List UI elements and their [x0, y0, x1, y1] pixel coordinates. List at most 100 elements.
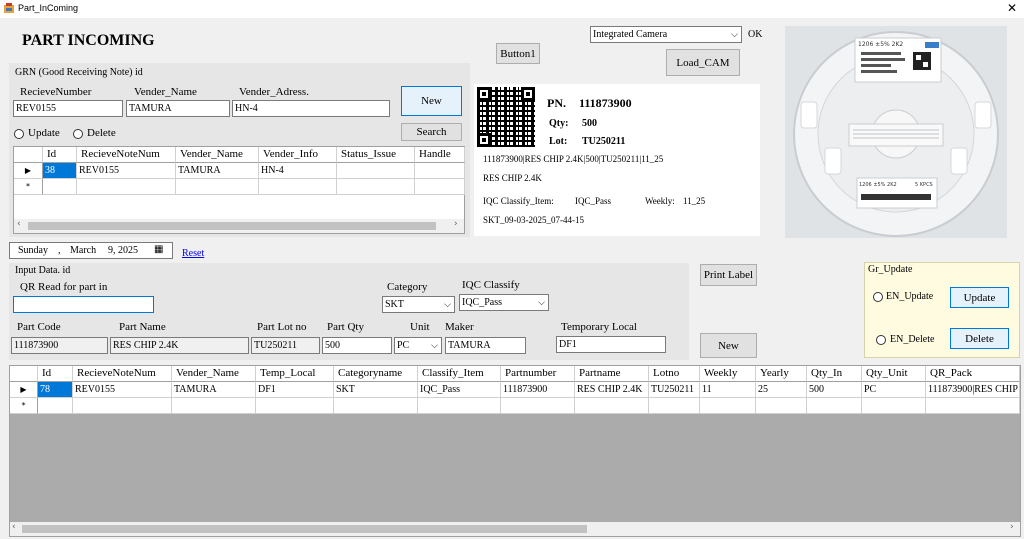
table-cell[interactable]: HN-4: [259, 163, 337, 179]
new-row-indicator[interactable]: *: [10, 398, 38, 414]
gr-update-button[interactable]: Update: [950, 287, 1009, 308]
table-cell[interactable]: 25: [756, 382, 807, 398]
table-cell[interactable]: [926, 398, 1020, 414]
main-horizontal-scrollbar[interactable]: ‹ ›: [10, 522, 1020, 536]
table-cell[interactable]: [415, 179, 465, 195]
table-cell[interactable]: [575, 398, 649, 414]
table-cell[interactable]: 38: [43, 163, 77, 179]
row-selector-icon[interactable]: ▶: [14, 163, 43, 179]
unit-select[interactable]: PC ⌵: [394, 337, 442, 354]
grn-col-header[interactable]: Handle: [415, 147, 465, 163]
vender-address-input[interactable]: HN-4: [232, 100, 390, 117]
calendar-icon[interactable]: ▦: [154, 244, 163, 255]
table-cell[interactable]: [43, 179, 77, 195]
main-col-header[interactable]: Categoryname: [334, 366, 418, 382]
date-picker[interactable]: Sunday , March 9, 2025 ▦: [9, 242, 173, 259]
table-cell[interactable]: 78: [38, 382, 73, 398]
qr-read-input[interactable]: [13, 296, 154, 313]
input-new-button[interactable]: New: [700, 333, 757, 358]
main-col-header[interactable]: Id: [38, 366, 73, 382]
table-cell[interactable]: 500: [807, 382, 862, 398]
grn-col-header[interactable]: RecieveNoteNum: [77, 147, 176, 163]
table-cell[interactable]: TAMURA: [172, 382, 256, 398]
grn-col-header[interactable]: Id: [43, 147, 77, 163]
grn-col-header[interactable]: Status_Issue: [337, 147, 415, 163]
grn-search-button[interactable]: Search: [401, 123, 462, 141]
table-cell[interactable]: [38, 398, 73, 414]
table-cell[interactable]: [337, 163, 415, 179]
category-select[interactable]: SKT ⌵: [382, 296, 455, 313]
table-cell[interactable]: [649, 398, 700, 414]
scroll-left-icon[interactable]: ‹: [17, 219, 21, 229]
table-cell[interactable]: 11: [700, 382, 756, 398]
part-code-input[interactable]: 111873900: [11, 337, 108, 354]
table-cell[interactable]: DF1: [256, 382, 334, 398]
scrollbar-thumb[interactable]: [22, 525, 587, 533]
table-cell[interactable]: [259, 179, 337, 195]
table-cell[interactable]: [334, 398, 418, 414]
table-cell[interactable]: TU250211: [649, 382, 700, 398]
table-cell[interactable]: REV0155: [77, 163, 176, 179]
table-cell[interactable]: [807, 398, 862, 414]
grn-grid[interactable]: Id RecieveNoteNum Vender_Name Vender_Inf…: [13, 146, 465, 234]
table-cell[interactable]: [337, 179, 415, 195]
scroll-right-icon[interactable]: ›: [454, 219, 458, 229]
vender-name-input[interactable]: TAMURA: [126, 100, 230, 117]
table-cell[interactable]: [256, 398, 334, 414]
table-cell[interactable]: 111873900: [501, 382, 575, 398]
table-cell[interactable]: [756, 398, 807, 414]
maker-input[interactable]: TAMURA: [445, 337, 526, 354]
main-grid[interactable]: Id RecieveNoteNum Vender_Name Temp_Local…: [9, 365, 1021, 537]
main-col-header[interactable]: Temp_Local: [256, 366, 334, 382]
table-cell[interactable]: REV0155: [73, 382, 172, 398]
table-cell[interactable]: IQC_Pass: [418, 382, 501, 398]
en-update-radio[interactable]: [873, 292, 883, 302]
update-radio[interactable]: [14, 129, 24, 139]
close-icon[interactable]: ✕: [1004, 0, 1020, 16]
iqc-classify-select[interactable]: IQC_Pass ⌵: [459, 294, 549, 311]
grn-col-header[interactable]: Vender_Info: [259, 147, 337, 163]
table-cell[interactable]: 111873900|RES CHIP: [926, 382, 1020, 398]
main-col-header[interactable]: RecieveNoteNum: [73, 366, 172, 382]
grn-new-button[interactable]: New: [401, 86, 462, 116]
table-cell[interactable]: [176, 179, 259, 195]
table-cell[interactable]: [862, 398, 926, 414]
table-cell[interactable]: [501, 398, 575, 414]
main-col-header[interactable]: Weekly: [700, 366, 756, 382]
scroll-right-icon[interactable]: ›: [1010, 522, 1014, 532]
reset-link[interactable]: Reset: [182, 248, 204, 259]
main-col-header[interactable]: Qty_In: [807, 366, 862, 382]
table-cell[interactable]: [172, 398, 256, 414]
table-cell[interactable]: PC: [862, 382, 926, 398]
table-cell[interactable]: [418, 398, 501, 414]
camera-select[interactable]: Integrated Camera ⌵: [590, 26, 742, 43]
en-delete-radio[interactable]: [876, 335, 886, 345]
temp-local-input[interactable]: DF1: [556, 336, 666, 353]
row-selector-icon[interactable]: ▶: [10, 382, 38, 398]
part-name-input[interactable]: RES CHIP 2.4K: [110, 337, 249, 354]
print-label-button[interactable]: Print Label: [700, 264, 757, 286]
main-col-header[interactable]: Classify_Item: [418, 366, 501, 382]
part-lot-input[interactable]: TU250211: [251, 337, 320, 354]
main-col-header[interactable]: Vender_Name: [172, 366, 256, 382]
table-cell[interactable]: [73, 398, 172, 414]
main-col-header[interactable]: Partname: [575, 366, 649, 382]
new-row-indicator[interactable]: *: [14, 179, 43, 195]
scroll-left-icon[interactable]: ‹: [12, 522, 16, 532]
table-cell[interactable]: [700, 398, 756, 414]
table-cell[interactable]: [415, 163, 465, 179]
grn-horizontal-scrollbar[interactable]: ‹ ›: [14, 219, 464, 233]
scrollbar-thumb[interactable]: [28, 222, 436, 230]
main-col-header[interactable]: Lotno: [649, 366, 700, 382]
main-col-header[interactable]: QR_Pack: [926, 366, 1020, 382]
table-cell[interactable]: [77, 179, 176, 195]
part-qty-input[interactable]: 500: [322, 337, 392, 354]
delete-radio[interactable]: [73, 129, 83, 139]
table-cell[interactable]: SKT: [334, 382, 418, 398]
main-col-header[interactable]: Qty_Unit: [862, 366, 926, 382]
grn-col-header[interactable]: Vender_Name: [176, 147, 259, 163]
table-cell[interactable]: RES CHIP 2.4K: [575, 382, 649, 398]
table-cell[interactable]: TAMURA: [176, 163, 259, 179]
button1[interactable]: Button1: [496, 43, 540, 64]
gr-delete-button[interactable]: Delete: [950, 328, 1009, 349]
